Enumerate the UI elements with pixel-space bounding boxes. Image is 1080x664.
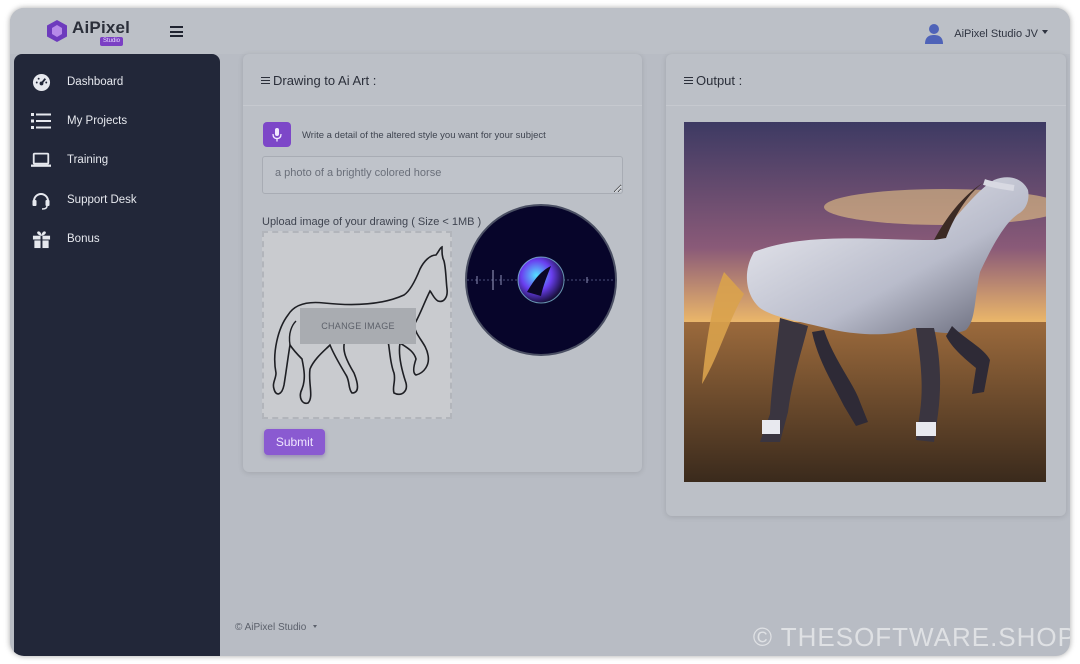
menu-lines-icon: [684, 75, 693, 86]
brand-badge: Studio: [100, 37, 124, 46]
sidebar: Dashboard My Projects Training Support D…: [14, 54, 220, 656]
prompt-textarea[interactable]: a photo of a brightly colored horse: [262, 156, 623, 194]
caret-icon: [313, 625, 318, 628]
footer-copyright-text: © AiPixel Studio: [235, 622, 307, 633]
user-name: AiPixel Studio JV: [954, 28, 1038, 40]
sidebar-item-label: Dashboard: [67, 76, 124, 88]
voice-recorder-orb[interactable]: [465, 204, 617, 356]
output-card: Output :: [666, 54, 1066, 516]
sidebar-item-label: My Projects: [67, 115, 128, 127]
dashboard-icon: [31, 72, 51, 92]
sidebar-item-bonus[interactable]: Bonus: [14, 223, 220, 255]
laptop-icon: [31, 150, 51, 170]
microphone-icon: [272, 127, 282, 141]
menu-toggle-button[interactable]: [170, 26, 183, 37]
output-card-title-text: Output :: [696, 73, 743, 88]
drawing-upload-dropzone[interactable]: CHANGE IMAGE: [262, 231, 452, 419]
watermark: © THESOFTWARE.SHOP: [752, 622, 1070, 652]
sidebar-item-label: Support Desk: [67, 194, 137, 206]
output-card-title: Output :: [684, 73, 742, 88]
brand-name: AiPixel: [72, 18, 131, 37]
logo-icon: [47, 20, 67, 42]
generated-horse-image: [684, 122, 1046, 482]
list-icon: [31, 111, 51, 131]
voice-input-button[interactable]: [263, 122, 291, 147]
chevron-down-icon: [1042, 30, 1048, 34]
sidebar-item-my-projects[interactable]: My Projects: [14, 105, 220, 137]
sidebar-item-support-desk[interactable]: Support Desk: [14, 184, 220, 216]
sidebar-item-dashboard[interactable]: Dashboard: [14, 66, 220, 98]
app-window: AiPixel Studio AiPixel Studio JV Dashboa…: [10, 8, 1070, 656]
drawing-card-title: Drawing to Ai Art :: [261, 73, 376, 88]
top-navbar: AiPixel Studio AiPixel Studio JV: [10, 8, 1070, 54]
brand-logo[interactable]: AiPixel Studio: [46, 17, 136, 47]
submit-button[interactable]: Submit: [264, 429, 325, 455]
sidebar-item-label: Bonus: [67, 233, 100, 245]
user-avatar-icon: [925, 24, 944, 44]
drawing-card: Drawing to Ai Art : Write a detail of th…: [243, 54, 642, 472]
drawing-card-header: Drawing to Ai Art :: [243, 54, 642, 106]
drawing-card-title-text: Drawing to Ai Art :: [273, 73, 377, 88]
prompt-label: Write a detail of the altered style you …: [302, 130, 546, 141]
output-card-header: Output :: [666, 54, 1066, 106]
user-menu[interactable]: AiPixel Studio JV: [924, 22, 1048, 46]
sidebar-item-label: Training: [67, 154, 109, 166]
gift-icon: [31, 229, 51, 249]
waveform-icon: [467, 256, 615, 304]
upload-label: Upload image of your drawing ( Size < 1M…: [262, 216, 482, 228]
change-image-button[interactable]: CHANGE IMAGE: [300, 308, 416, 344]
headset-icon: [31, 190, 51, 210]
footer-copyright: © AiPixel Studio: [235, 622, 318, 633]
menu-lines-icon: [261, 75, 270, 86]
sidebar-item-training[interactable]: Training: [14, 144, 220, 176]
